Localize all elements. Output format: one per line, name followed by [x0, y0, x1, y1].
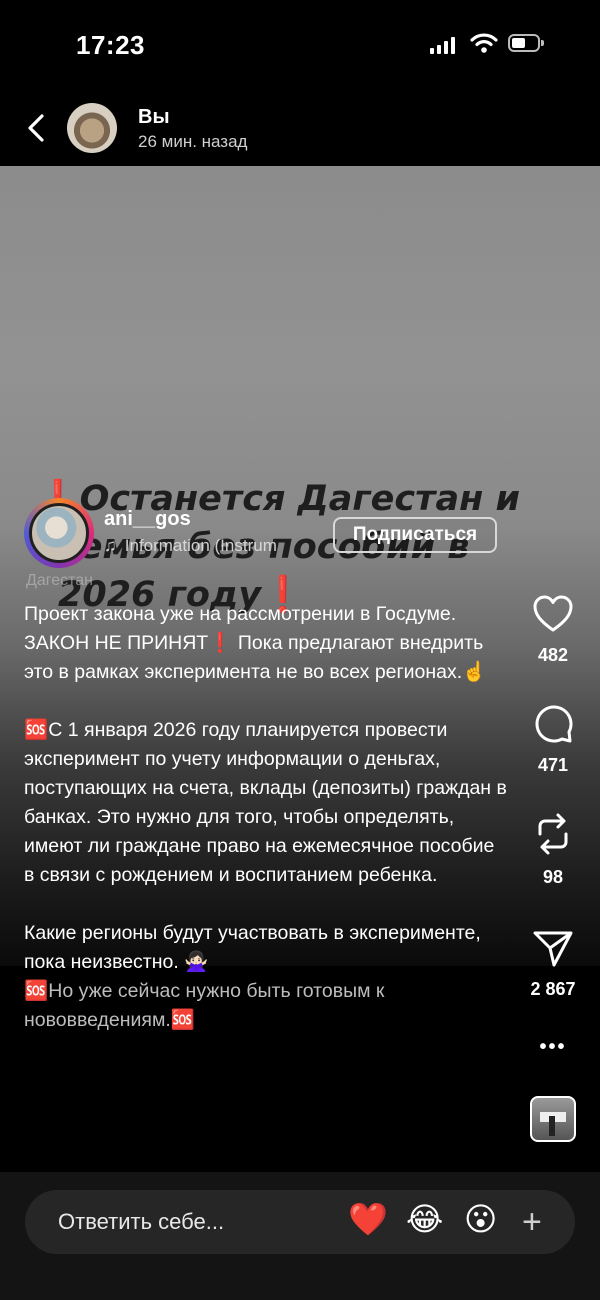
comment-count: 471 [537, 755, 569, 775]
header-name[interactable]: Вы [138, 106, 170, 129]
heart-icon[interactable] [532, 594, 574, 634]
quick-reaction-laugh[interactable]: 😂 [406, 1200, 443, 1238]
like-count: 482 [537, 645, 569, 665]
reel-username[interactable]: ani__gos [104, 508, 191, 531]
music-note-icon: ♫ [104, 536, 117, 555]
share-action[interactable]: 2 867 [518, 928, 588, 1000]
quick-reaction-heart[interactable]: ❤️ [348, 1200, 388, 1238]
caption-paragraph-2: 🆘С 1 января 2026 году планируется провес… [24, 719, 507, 886]
cellular-signal-icon [430, 36, 455, 54]
reply-placeholder[interactable]: Ответить себе... [58, 1209, 224, 1235]
comment-action[interactable]: 471 [518, 702, 588, 776]
reel-avatar[interactable] [29, 503, 89, 563]
audio-thumbnail[interactable] [530, 1096, 576, 1142]
status-time: 17:23 [76, 30, 145, 60]
reel-audio[interactable]: ♫ Information (Instrum [104, 536, 277, 556]
add-reaction-icon[interactable]: + [522, 1203, 542, 1242]
reel-caption: Проект закона уже на рассмотрении в Госд… [24, 600, 509, 1064]
reel-tag: Дагестан [26, 572, 93, 589]
wifi-icon [470, 33, 498, 53]
comment-icon[interactable] [532, 702, 574, 744]
battery-icon [508, 34, 544, 52]
header-timestamp: 26 мин. назад [138, 132, 248, 151]
repost-icon[interactable] [532, 812, 574, 856]
share-count: 2 867 [530, 979, 576, 999]
caption-paragraph-3: Какие регионы будут участвовать в экспер… [24, 922, 481, 973]
header-avatar[interactable] [67, 103, 117, 153]
repost-action[interactable]: 98 [518, 812, 588, 888]
follow-button[interactable]: Подписаться [333, 517, 497, 553]
like-action[interactable]: 482 [518, 594, 588, 666]
back-chevron-icon[interactable] [22, 112, 50, 144]
quick-reaction-wow[interactable]: 😮 [464, 1200, 497, 1238]
more-icon[interactable]: ••• [518, 1036, 588, 1059]
caption-paragraph-4: 🆘Но уже сейчас нужно быть готовым к ново… [24, 980, 385, 1031]
caption-paragraph-1: Проект закона уже на рассмотрении в Госд… [24, 603, 487, 683]
send-icon[interactable] [532, 928, 574, 968]
repost-count: 98 [542, 867, 564, 887]
